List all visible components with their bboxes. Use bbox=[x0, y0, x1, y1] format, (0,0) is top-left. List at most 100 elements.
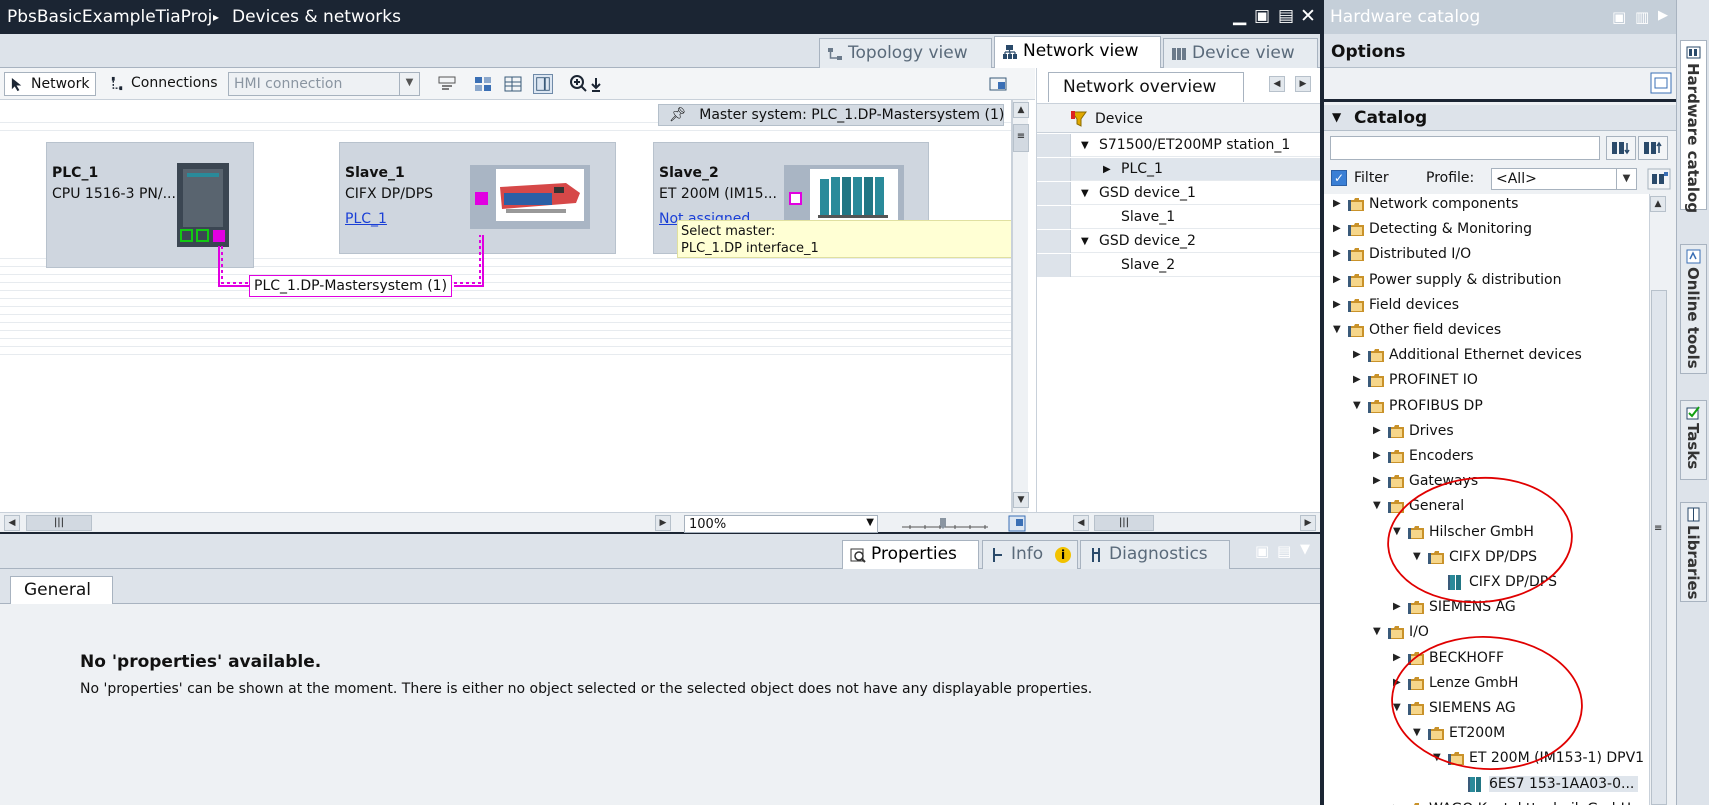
collapse-arrow-icon[interactable]: ▶ bbox=[1333, 224, 1343, 234]
profile-settings-icon[interactable] bbox=[1647, 168, 1671, 190]
restore-icon[interactable]: ▣ bbox=[1254, 8, 1270, 25]
minimize-icon[interactable]: ▁ bbox=[1233, 8, 1246, 25]
expand-arrow-icon[interactable]: ▼ bbox=[1373, 501, 1383, 511]
tab-next-icon[interactable]: ▶ bbox=[1295, 76, 1311, 92]
dp-interface-port[interactable] bbox=[475, 192, 488, 205]
device-slave-1[interactable]: Slave_1 CIFX DP/DPS PLC_1 bbox=[339, 142, 616, 254]
network-canvas[interactable]: 📌︎ Master system: PLC_1.DP-Mastersystem … bbox=[0, 100, 1012, 512]
mastersystem-label-box[interactable]: PLC_1.DP-Mastersystem (1) bbox=[249, 275, 453, 297]
float-panel-icon[interactable]: ▣ bbox=[1255, 542, 1269, 560]
options-header[interactable]: Options bbox=[1324, 34, 1676, 68]
collapse-panel-icon[interactable]: ▶ bbox=[1658, 8, 1668, 23]
assigned-master-link[interactable]: PLC_1 bbox=[345, 211, 387, 227]
device-filter-icon[interactable] bbox=[1069, 109, 1089, 129]
collapse-arrow-icon[interactable]: ▶ bbox=[1393, 677, 1403, 688]
zoom-slider[interactable] bbox=[900, 516, 990, 532]
scroll-up-icon[interactable]: ▲ bbox=[1013, 102, 1029, 118]
tab-device-view[interactable]: Device view bbox=[1163, 38, 1318, 68]
collapse-arrow-icon[interactable]: ▶ bbox=[1333, 274, 1343, 285]
overview-row[interactable]: Slave_2 bbox=[1037, 254, 1321, 277]
tab-diagnostics[interactable]: Diagnostics bbox=[1080, 540, 1230, 569]
pin-icon[interactable]: 📌︎ bbox=[669, 107, 687, 123]
side-tab-online-tools[interactable]: Online tools bbox=[1680, 244, 1707, 374]
search-down-button[interactable] bbox=[1606, 136, 1636, 160]
overview-scroll-left-icon[interactable]: ◀ bbox=[1073, 515, 1089, 531]
tab-properties[interactable]: Properties bbox=[842, 540, 979, 569]
scroll-right-icon[interactable]: ▶ bbox=[655, 515, 671, 531]
float-icon[interactable]: ▤ bbox=[1278, 8, 1294, 25]
collapse-arrow-icon[interactable]: ▶ bbox=[1393, 602, 1403, 612]
tab-general[interactable]: General bbox=[10, 576, 113, 605]
side-tab-tasks[interactable]: Tasks bbox=[1680, 400, 1707, 480]
dp-interface-port[interactable] bbox=[789, 192, 802, 205]
collapse-arrow-icon[interactable]: ▶ bbox=[1353, 350, 1363, 360]
side-tab-libraries[interactable]: Libraries bbox=[1680, 502, 1707, 602]
chevron-down-icon[interactable]: ▼ bbox=[1332, 110, 1341, 124]
expand-arrow-icon[interactable]: ▼ bbox=[1353, 400, 1363, 411]
collapse-arrow-icon[interactable]: ▶ bbox=[1333, 199, 1343, 209]
split-view-icon[interactable] bbox=[533, 74, 553, 94]
network-mode-button[interactable]: Network bbox=[4, 72, 97, 96]
expand-arrow-icon[interactable]: ▼ bbox=[1393, 703, 1403, 713]
chevron-down-icon[interactable]: ▼ bbox=[866, 517, 874, 528]
zoom-select[interactable]: 100% ▼ bbox=[684, 515, 878, 533]
connections-button[interactable]: Connections bbox=[105, 72, 224, 96]
search-up-button[interactable] bbox=[1638, 136, 1668, 160]
download-arrow-icon[interactable] bbox=[590, 74, 602, 94]
side-tab-hardware-catalog[interactable]: Hardware catalog bbox=[1680, 40, 1707, 213]
canvas-vertical-scrollbar[interactable]: ▲ ≡ ▼ bbox=[1012, 100, 1029, 512]
scroll-up-icon[interactable]: ▲ bbox=[1650, 196, 1666, 212]
tab-network-view[interactable]: Network view bbox=[994, 36, 1161, 69]
collapse-arrow-icon[interactable]: ▶ bbox=[1333, 299, 1343, 310]
overview-row[interactable]: Slave_1 bbox=[1037, 206, 1321, 229]
overview-hscroll-thumb[interactable]: ||| bbox=[1094, 515, 1154, 531]
overview-scroll-right-icon[interactable]: ▶ bbox=[1300, 515, 1316, 531]
catalog-tree-scrollbar[interactable]: ▲ ≡ bbox=[1649, 194, 1667, 805]
expand-arrow-icon[interactable]: ▼ bbox=[1433, 753, 1443, 763]
overview-row[interactable]: ▼ GSD device_1 bbox=[1037, 182, 1321, 205]
profile-select[interactable]: <All> ▼ bbox=[1491, 168, 1637, 190]
expand-arrow-icon[interactable]: ▼ bbox=[1393, 526, 1403, 537]
expand-arrow-icon[interactable]: ▼ bbox=[1413, 728, 1423, 738]
master-system-header[interactable]: 📌︎ Master system: PLC_1.DP-Mastersystem … bbox=[658, 104, 1004, 126]
grid-layout-icon[interactable] bbox=[473, 74, 493, 94]
rename-icon[interactable] bbox=[437, 74, 457, 94]
expand-arrow-icon[interactable]: ▼ bbox=[1081, 236, 1089, 247]
scroll-thumb[interactable]: ≡ bbox=[1013, 124, 1029, 152]
zoom-in-icon[interactable] bbox=[569, 74, 589, 94]
collapse-arrow-icon[interactable]: ▶ bbox=[1373, 425, 1383, 436]
expand-arrow-icon[interactable]: ▼ bbox=[1081, 188, 1089, 199]
hscroll-thumb[interactable]: ||| bbox=[26, 515, 92, 531]
catalog-header[interactable]: ▼ Catalog bbox=[1324, 105, 1676, 131]
table-layout-icon[interactable] bbox=[503, 74, 523, 94]
overview-row[interactable]: ▼ GSD device_2 bbox=[1037, 230, 1321, 253]
scroll-left-icon[interactable]: ◀ bbox=[4, 515, 20, 531]
close-icon[interactable]: ✕ bbox=[1300, 7, 1316, 26]
chevron-down-icon[interactable]: ▼ bbox=[399, 73, 419, 95]
overview-toggle-icon[interactable] bbox=[988, 74, 1008, 94]
tab-network-overview[interactable]: Network overview bbox=[1048, 72, 1244, 102]
filter-checkbox[interactable]: ✓ bbox=[1331, 170, 1347, 186]
collapse-panel-icon[interactable]: ▼ bbox=[1300, 542, 1310, 557]
panel-menu-icon[interactable]: ▤ bbox=[1277, 542, 1291, 560]
collapse-arrow-icon[interactable]: ▶ bbox=[1373, 476, 1383, 486]
collapse-arrow-icon[interactable]: ▶ bbox=[1103, 164, 1111, 175]
scroll-down-icon[interactable]: ▼ bbox=[1013, 492, 1029, 508]
overview-row[interactable]: ▶ PLC_1 bbox=[1037, 158, 1321, 181]
expand-arrow-icon[interactable]: ▼ bbox=[1081, 140, 1089, 151]
expand-arrow-icon[interactable]: ▼ bbox=[1413, 551, 1423, 562]
scroll-thumb[interactable]: ≡ bbox=[1651, 290, 1667, 805]
chevron-down-icon[interactable]: ▼ bbox=[1616, 169, 1636, 189]
device-plc-1[interactable]: PLC_1 CPU 1516-3 PN/... bbox=[46, 142, 254, 268]
overview-column-header[interactable]: Device bbox=[1037, 103, 1321, 133]
panel-menu-icon[interactable]: ▥ bbox=[1635, 8, 1649, 26]
expand-arrow-icon[interactable]: ▼ bbox=[1373, 627, 1383, 637]
tab-topology-view[interactable]: Topology view bbox=[819, 38, 992, 68]
collapse-arrow-icon[interactable]: ▶ bbox=[1393, 652, 1403, 663]
collapse-arrow-icon[interactable]: ▶ bbox=[1373, 451, 1383, 461]
layout-toggle-icon[interactable] bbox=[1650, 72, 1672, 94]
navigation-icon[interactable] bbox=[1008, 515, 1026, 532]
catalog-search-input[interactable] bbox=[1330, 136, 1600, 160]
float-panel-icon[interactable]: ▣ bbox=[1612, 8, 1626, 26]
collapse-arrow-icon[interactable]: ▶ bbox=[1333, 249, 1343, 259]
